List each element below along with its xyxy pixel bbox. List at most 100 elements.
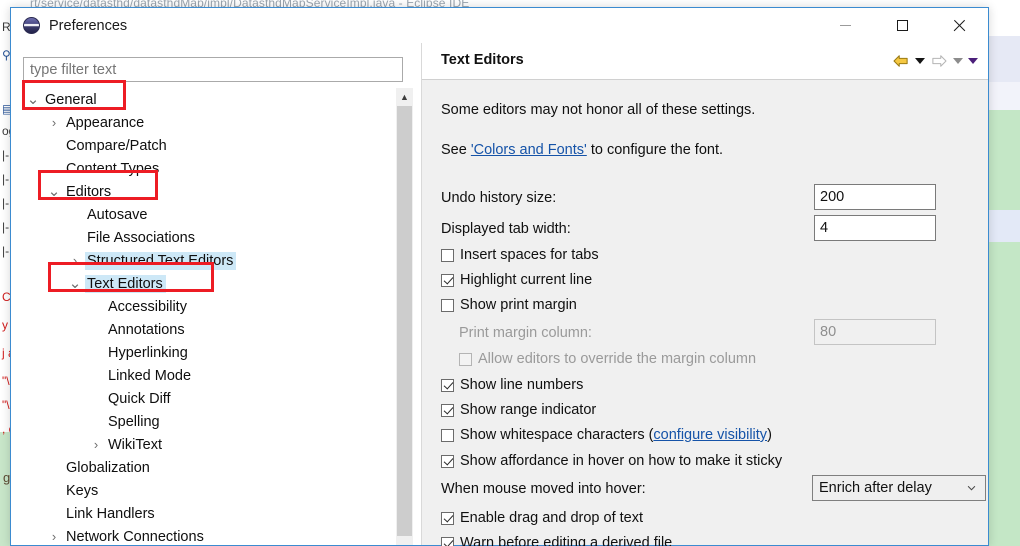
print-margin-column-input[interactable] bbox=[814, 319, 936, 345]
checkbox-box bbox=[441, 511, 454, 525]
tree-item-label: Editors bbox=[66, 183, 112, 200]
tree-item-quick-diff[interactable]: Quick Diff bbox=[23, 387, 403, 410]
tree-item-label: WikiText bbox=[108, 436, 162, 453]
checkbox-show-affordance-in-hover[interactable]: Show affordance in hover on how to make … bbox=[441, 453, 782, 469]
checkbox-label: Enable drag and drop of text bbox=[460, 510, 643, 526]
colors-and-fonts-link[interactable]: 'Colors and Fonts' bbox=[471, 142, 587, 158]
eclipse-sphere-icon bbox=[23, 17, 40, 34]
checkbox-box bbox=[441, 248, 454, 262]
dialog-title: Preferences bbox=[49, 17, 128, 34]
tree-item-label: File Associations bbox=[87, 229, 195, 246]
ide-left-glyph: |- bbox=[2, 148, 10, 162]
ide-left-glyph: |- bbox=[2, 220, 10, 234]
tab-width-input[interactable] bbox=[814, 215, 936, 241]
settings-header: Text Editors bbox=[422, 43, 988, 80]
chevron-down-icon[interactable]: ⌄ bbox=[25, 91, 41, 108]
tree-item-label: Globalization bbox=[66, 459, 150, 476]
tree-scrollbar[interactable]: ▲ bbox=[395, 88, 413, 545]
tree-item-editors[interactable]: ⌄ Editors bbox=[23, 180, 403, 203]
dialog-body: ⌄General›AppearanceCompare/PatchContent … bbox=[11, 43, 988, 546]
tab-width-label: Displayed tab width: bbox=[441, 221, 571, 237]
colors-fonts-suffix: to configure the font. bbox=[586, 142, 724, 158]
chevron-down-icon[interactable]: ⌄ bbox=[46, 183, 62, 200]
minimize-button[interactable] bbox=[817, 8, 874, 43]
tree-item-structured-text-editors[interactable]: › Structured Text Editors bbox=[23, 249, 403, 272]
tree-item-hyperlinking[interactable]: Hyperlinking bbox=[23, 341, 403, 364]
checkbox-label: Show whitespace characters (configure vi… bbox=[460, 427, 772, 443]
tree-item-accessibility[interactable]: Accessibility bbox=[23, 295, 403, 318]
checkbox-label: Show range indicator bbox=[460, 402, 597, 418]
page-nav-toolbar bbox=[892, 43, 978, 79]
chevron-right-icon[interactable]: › bbox=[67, 249, 83, 272]
checkbox-allow-editors-override-margin[interactable]: Allow editors to override the margin col… bbox=[459, 351, 756, 367]
back-menu-chevron-down-icon[interactable] bbox=[915, 58, 925, 64]
colors-and-fonts-line: See 'Colors and Fonts' to configure the … bbox=[441, 142, 723, 158]
close-button[interactable] bbox=[931, 8, 988, 43]
window-controls bbox=[817, 8, 988, 43]
tree-item-appearance[interactable]: › Appearance bbox=[23, 111, 403, 134]
tree-item-label: Structured Text Editors bbox=[85, 251, 237, 270]
undo-history-input[interactable] bbox=[814, 184, 936, 210]
tree-item-autosave[interactable]: Autosave bbox=[23, 203, 403, 226]
tree-item-wikitext[interactable]: › WikiText bbox=[23, 433, 403, 456]
ide-left-glyph: "\ bbox=[2, 374, 10, 388]
checkbox-box bbox=[459, 352, 472, 366]
tree-item-label: Compare/Patch bbox=[66, 137, 167, 154]
maximize-button[interactable] bbox=[874, 8, 931, 43]
ide-left-glyph: |- bbox=[2, 172, 10, 186]
tree-item-content-types[interactable]: Content Types bbox=[23, 157, 403, 180]
tree-item-link-handlers[interactable]: Link Handlers bbox=[23, 502, 403, 525]
scrollbar-thumb[interactable] bbox=[397, 106, 412, 536]
checkbox-highlight-current-line[interactable]: Highlight current line bbox=[441, 272, 592, 288]
preferences-tree[interactable]: ⌄ General › Appearance Compare/Patch Content … bbox=[23, 88, 403, 545]
checkbox-show-print-margin[interactable]: Show print margin bbox=[441, 297, 577, 313]
tree-list: ⌄ General › Appearance Compare/Patch Content … bbox=[23, 88, 403, 545]
view-menu-chevron-down-icon[interactable] bbox=[968, 58, 978, 64]
checkbox-label: Highlight current line bbox=[460, 272, 593, 288]
whitespace-prefix: Show whitespace characters ( bbox=[460, 427, 654, 443]
tree-item-label: Appearance bbox=[66, 114, 145, 131]
tree-item-annotations[interactable]: Annotations bbox=[23, 318, 403, 341]
maximize-icon bbox=[897, 20, 908, 31]
checkbox-insert-spaces-for-tabs[interactable]: Insert spaces for tabs bbox=[441, 247, 599, 263]
forward-arrow-icon bbox=[932, 55, 947, 67]
checkbox-show-range-indicator[interactable]: Show range indicator bbox=[441, 402, 596, 418]
chevron-right-icon[interactable]: › bbox=[46, 525, 62, 545]
checkbox-warn-before-editing-derived-file[interactable]: Warn before editing a derived file bbox=[441, 535, 672, 546]
tree-item-label: Quick Diff bbox=[108, 390, 171, 407]
filter-input[interactable] bbox=[23, 57, 403, 82]
hover-behavior-select[interactable]: Enrich after delay bbox=[812, 475, 986, 501]
checkbox-box bbox=[441, 454, 454, 468]
tree-item-label: Spelling bbox=[108, 413, 160, 430]
close-icon bbox=[953, 19, 966, 32]
tree-item-text-editors[interactable]: ⌄ Text Editors bbox=[23, 272, 403, 295]
hover-behavior-value: Enrich after delay bbox=[819, 480, 932, 496]
tree-item-compare-patch[interactable]: Compare/Patch bbox=[23, 134, 403, 157]
tree-item-file-associations[interactable]: File Associations bbox=[23, 226, 403, 249]
whitespace-suffix: ) bbox=[767, 427, 772, 443]
chevron-right-icon[interactable]: › bbox=[46, 111, 62, 134]
chevron-right-icon[interactable]: › bbox=[88, 433, 104, 456]
checkbox-label: Warn before editing a derived file bbox=[460, 535, 673, 546]
tree-item-keys[interactable]: Keys bbox=[23, 479, 403, 502]
configure-visibility-link[interactable]: configure visibility bbox=[653, 427, 767, 443]
tree-item-label: Linked Mode bbox=[108, 367, 192, 384]
back-arrow-icon[interactable] bbox=[892, 54, 910, 68]
tree-item-network-connections[interactable]: › Network Connections bbox=[23, 525, 403, 545]
minimize-icon bbox=[840, 25, 851, 26]
checkbox-show-whitespace-characters[interactable]: Show whitespace characters (configure vi… bbox=[441, 427, 772, 443]
chevron-down-icon[interactable]: ⌄ bbox=[67, 275, 83, 292]
tree-item-spelling[interactable]: Spelling bbox=[23, 410, 403, 433]
screen: rt/service/datasthd/datasthdMap/impl/Dat… bbox=[0, 0, 1020, 546]
checkbox-enable-drag-and-drop[interactable]: Enable drag and drop of text bbox=[441, 510, 643, 526]
print-margin-column-label: Print margin column: bbox=[459, 325, 592, 341]
tree-item-linked-mode[interactable]: Linked Mode bbox=[23, 364, 403, 387]
chevron-up-icon[interactable]: ▲ bbox=[396, 88, 413, 105]
settings-pane: Text Editors Some editors may not honor … bbox=[422, 43, 988, 546]
chevron-down-icon bbox=[967, 485, 976, 491]
checkbox-box bbox=[441, 298, 454, 312]
tree-item-general[interactable]: ⌄ General bbox=[23, 88, 403, 111]
checkbox-show-line-numbers[interactable]: Show line numbers bbox=[441, 377, 583, 393]
tree-item-globalization[interactable]: Globalization bbox=[23, 456, 403, 479]
checkbox-label: Insert spaces for tabs bbox=[460, 247, 599, 263]
